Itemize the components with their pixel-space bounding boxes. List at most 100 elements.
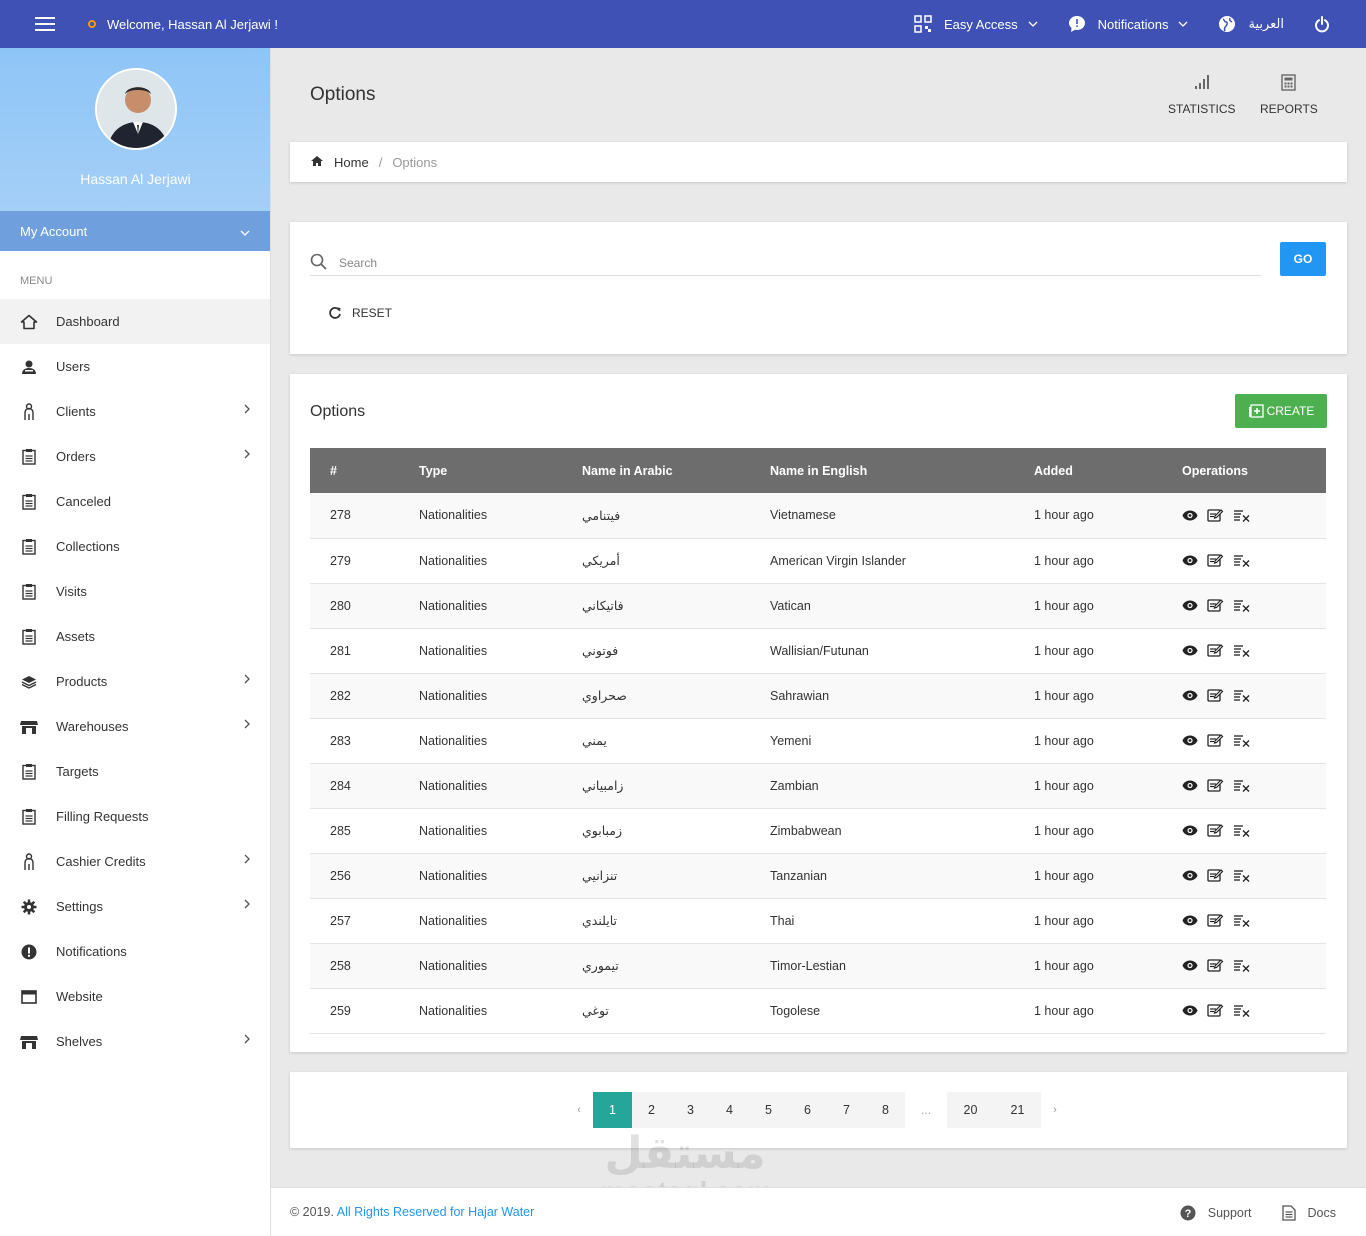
pagination-page-button[interactable]: 7 <box>827 1092 866 1128</box>
delete-icon[interactable] <box>1233 823 1250 838</box>
sidebar-item-settings[interactable]: Settings <box>0 884 270 929</box>
view-eye-icon[interactable] <box>1182 780 1198 791</box>
table-title: Options <box>310 403 366 420</box>
view-eye-icon[interactable] <box>1182 825 1198 836</box>
delete-icon[interactable] <box>1233 733 1250 748</box>
create-button[interactable]: CREATE <box>1235 394 1327 428</box>
delete-icon[interactable] <box>1233 1003 1250 1018</box>
cell-operations <box>1162 493 1326 538</box>
column-header[interactable]: Name in English <box>750 448 1014 493</box>
edit-icon[interactable] <box>1207 823 1224 838</box>
cell-name-english: Wallisian/Futunan <box>770 643 869 658</box>
options-table: # Type Name in Arabic Name in English Ad… <box>310 448 1326 1034</box>
pagination-prev-button[interactable]: ‹ <box>565 1092 593 1128</box>
search-input[interactable] <box>339 255 1239 270</box>
edit-icon[interactable] <box>1207 1003 1224 1018</box>
my-account-dropdown[interactable]: My Account <box>0 211 270 251</box>
notifications-menu[interactable]: Notifications <box>1068 15 1189 33</box>
reset-button[interactable]: RESET <box>328 306 392 320</box>
easy-access-menu[interactable]: Easy Access <box>914 15 1038 33</box>
pagination-next-button[interactable]: › <box>1041 1092 1069 1128</box>
view-eye-icon[interactable] <box>1182 510 1198 521</box>
sidebar-item-shelves[interactable]: Shelves <box>0 1019 270 1064</box>
pagination: ‹ 1 2 3 4 5 6 7 8... 20 21 › <box>565 1092 1069 1128</box>
sidebar-item-users[interactable]: Users <box>0 344 270 389</box>
pagination-page-button[interactable]: 3 <box>671 1092 710 1128</box>
column-header[interactable]: Name in Arabic <box>562 448 750 493</box>
docs-link[interactable]: Docs <box>1281 1204 1336 1221</box>
pagination-page-button[interactable]: 2 <box>632 1092 671 1128</box>
view-eye-icon[interactable] <box>1182 600 1198 611</box>
column-header[interactable]: # <box>310 448 399 493</box>
delete-icon[interactable] <box>1233 643 1250 658</box>
edit-icon[interactable] <box>1207 553 1224 568</box>
delete-icon[interactable] <box>1233 868 1250 883</box>
breadcrumb-home[interactable]: Home <box>334 155 369 170</box>
sidebar-item-notifications[interactable]: Notifications <box>0 929 270 974</box>
edit-icon[interactable] <box>1207 598 1224 613</box>
edit-icon[interactable] <box>1207 913 1224 928</box>
view-eye-icon[interactable] <box>1182 555 1198 566</box>
column-header[interactable]: Added <box>1014 448 1162 493</box>
language-switch[interactable]: العربية <box>1218 15 1284 33</box>
pagination-page-button[interactable]: 8 <box>866 1092 905 1128</box>
status-dot-icon <box>88 20 96 28</box>
go-button[interactable]: GO <box>1280 242 1326 276</box>
sidebar-item-dashboard[interactable]: Dashboard <box>0 299 270 344</box>
sidebar-item-visits[interactable]: Visits <box>0 569 270 614</box>
delete-icon[interactable] <box>1233 688 1250 703</box>
sidebar-item-collections[interactable]: Collections <box>0 524 270 569</box>
pagination-page-button[interactable]: 1 <box>593 1092 632 1128</box>
view-eye-icon[interactable] <box>1182 870 1198 881</box>
sidebar-item-canceled[interactable]: Canceled <box>0 479 270 524</box>
menu-toggle-icon[interactable] <box>35 17 55 31</box>
edit-icon[interactable] <box>1207 958 1224 973</box>
avatar[interactable] <box>95 68 177 150</box>
edit-icon[interactable] <box>1207 733 1224 748</box>
delete-icon[interactable] <box>1233 508 1250 523</box>
delete-icon[interactable] <box>1233 598 1250 613</box>
sidebar-item-orders[interactable]: Orders <box>0 434 270 479</box>
sidebar-item-website[interactable]: Website <box>0 974 270 1019</box>
view-eye-icon[interactable] <box>1182 915 1198 926</box>
delete-icon[interactable] <box>1233 553 1250 568</box>
pagination-page-button[interactable]: 4 <box>710 1092 749 1128</box>
sidebar-item-filling-requests[interactable]: Filling Requests <box>0 794 270 839</box>
edit-icon[interactable] <box>1207 688 1224 703</box>
delete-icon[interactable] <box>1233 913 1250 928</box>
statistics-button[interactable]: STATISTICS <box>1168 72 1236 116</box>
delete-icon[interactable] <box>1233 958 1250 973</box>
sidebar-item-assets[interactable]: Assets <box>0 614 270 659</box>
home-icon[interactable] <box>310 155 324 170</box>
view-eye-icon[interactable] <box>1182 690 1198 701</box>
edit-icon[interactable] <box>1207 778 1224 793</box>
delete-icon[interactable] <box>1233 778 1250 793</box>
sidebar-item-targets[interactable]: Targets <box>0 749 270 794</box>
page-title: Options <box>310 84 376 105</box>
edit-icon[interactable] <box>1207 508 1224 523</box>
support-link[interactable]: ? Support <box>1180 1205 1252 1221</box>
power-icon[interactable] <box>1314 15 1330 33</box>
statistics-label: STATISTICS <box>1168 102 1236 116</box>
cell-name-english: Thai <box>770 913 795 928</box>
edit-icon[interactable] <box>1207 643 1224 658</box>
edit-icon[interactable] <box>1207 868 1224 883</box>
view-eye-icon[interactable] <box>1182 1005 1198 1016</box>
view-eye-icon[interactable] <box>1182 645 1198 656</box>
sidebar-item-warehouses[interactable]: Warehouses <box>0 704 270 749</box>
column-header[interactable]: Type <box>399 448 562 493</box>
cell-id: 258 <box>330 958 351 973</box>
reports-button[interactable]: REPORTS <box>1260 72 1318 116</box>
pagination-page-button[interactable]: 20 <box>947 1092 994 1128</box>
cell-id: 281 <box>330 643 351 658</box>
sidebar-item-clients[interactable]: Clients <box>0 389 270 434</box>
cell-added: 1 hour ago <box>1034 868 1094 883</box>
pagination-page-button[interactable]: 6 <box>788 1092 827 1128</box>
pagination-page-button[interactable]: 21 <box>994 1092 1041 1128</box>
view-eye-icon[interactable] <box>1182 960 1198 971</box>
sidebar-item-products[interactable]: Products <box>0 659 270 704</box>
view-eye-icon[interactable] <box>1182 735 1198 746</box>
pagination-page-button[interactable]: 5 <box>749 1092 788 1128</box>
rights-link[interactable]: All Rights Reserved for Hajar Water <box>337 1205 535 1219</box>
sidebar-item-cashier-credits[interactable]: Cashier Credits <box>0 839 270 884</box>
